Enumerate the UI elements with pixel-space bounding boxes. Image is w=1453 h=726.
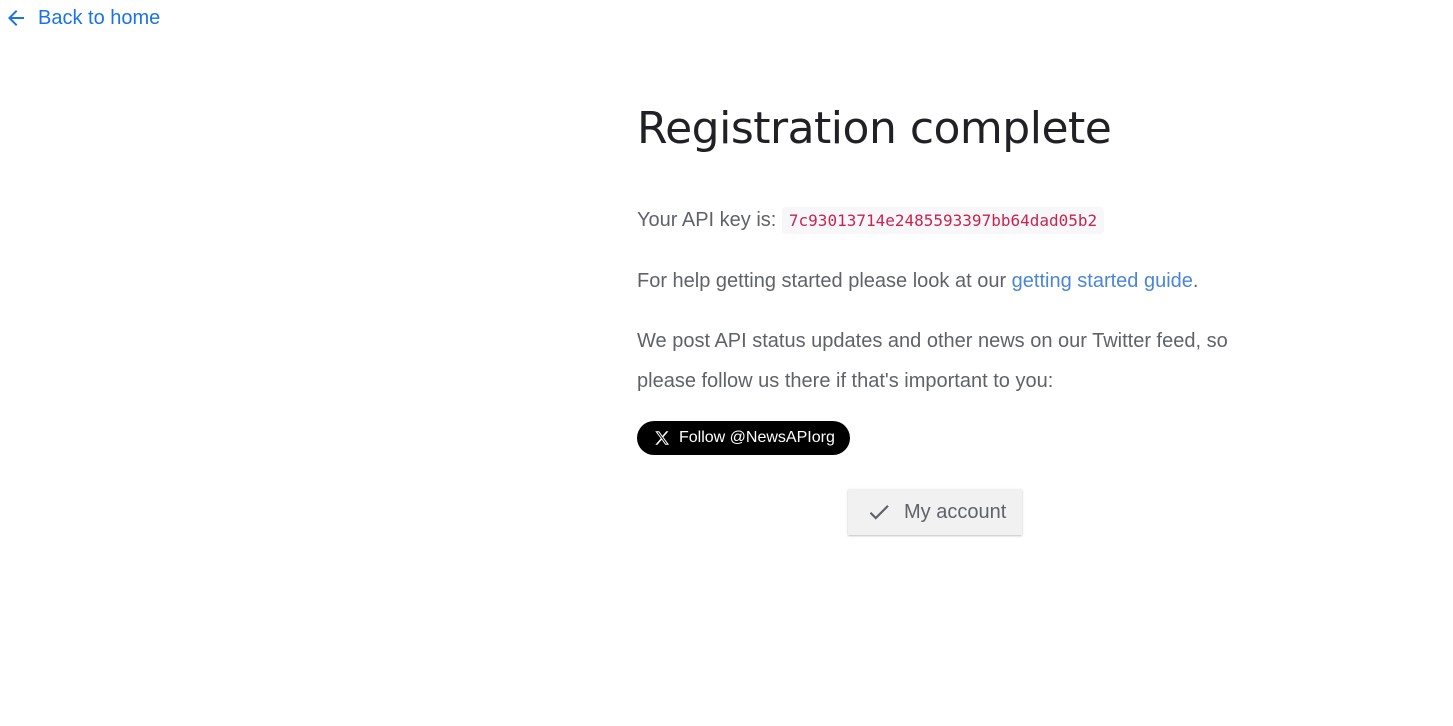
help-prefix: For help getting started please look at … <box>637 270 1012 292</box>
registration-content: Registration complete Your API key is: 7… <box>637 100 1257 535</box>
check-icon <box>866 499 892 525</box>
my-account-label: My account <box>904 500 1007 523</box>
arrow-left-icon <box>4 6 28 30</box>
api-key-line: Your API key is: 7c93013714e2485593397bb… <box>637 200 1257 241</box>
account-row: My account <box>637 489 1257 535</box>
help-line: For help getting started please look at … <box>637 261 1257 301</box>
follow-label: Follow @NewsAPIorg <box>679 429 835 446</box>
page-title: Registration complete <box>637 103 1112 154</box>
api-key-value[interactable]: 7c93013714e2485593397bb64dad05b2 <box>781 207 1105 234</box>
back-to-home-label: Back to home <box>38 6 161 29</box>
getting-started-guide-link[interactable]: getting started guide <box>1012 270 1193 292</box>
my-account-button[interactable]: My account <box>848 489 1023 535</box>
x-logo-icon <box>653 429 671 447</box>
api-key-prefix: Your API key is: <box>637 209 777 231</box>
back-to-home-link[interactable]: Back to home <box>4 6 160 30</box>
twitter-info-text: We post API status updates and other new… <box>637 330 1228 392</box>
follow-twitter-button[interactable]: Follow @NewsAPIorg <box>637 421 850 455</box>
help-suffix: . <box>1192 270 1199 292</box>
